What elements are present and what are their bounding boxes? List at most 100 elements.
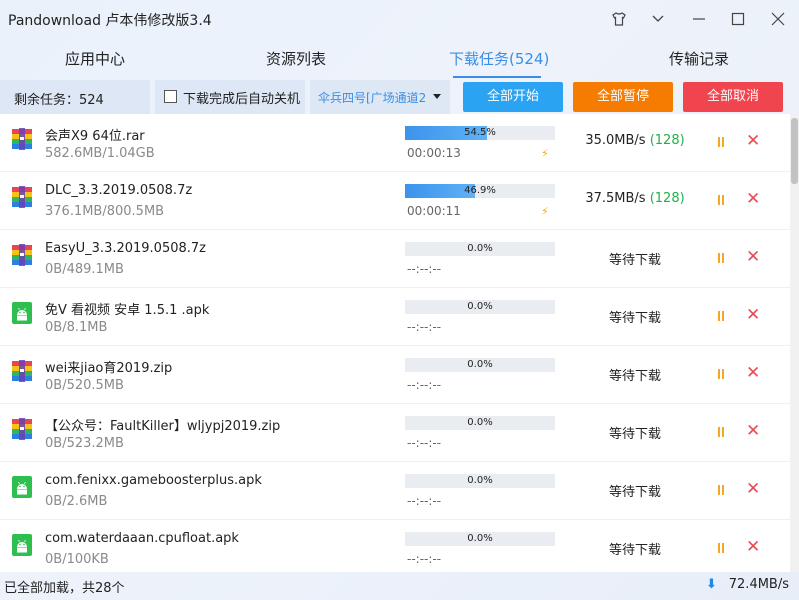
file-size: 0B/8.1MB xyxy=(45,320,108,335)
load-status: 已全部加载，共28个 xyxy=(4,581,125,596)
cancel-icon[interactable]: ✕ xyxy=(746,537,760,557)
chevron-down-icon[interactable] xyxy=(433,94,441,99)
task-row[interactable]: com.fenixx.gameboosterplus.apk 0B/2.6MB 0.… xyxy=(0,462,790,520)
cancel-icon[interactable]: ✕ xyxy=(746,479,760,499)
pause-icon[interactable] xyxy=(716,541,726,555)
remaining-tasks: 剩余任务：524 xyxy=(0,80,150,114)
title-bar: Pandownload 卢本伟修改版3.4 xyxy=(0,0,799,38)
archive-icon xyxy=(12,418,32,440)
file-size: 0B/2.6MB xyxy=(45,494,108,509)
download-arrow-icon: ⬇ xyxy=(706,577,717,592)
tab-app-center[interactable]: 应用中心 xyxy=(65,48,125,69)
archive-icon xyxy=(12,186,32,208)
progress-percent: 0.0% xyxy=(467,475,493,486)
speed-value: 35.0MB/s xyxy=(585,133,646,148)
pause-icon[interactable] xyxy=(716,309,726,323)
file-size: 0B/489.1MB xyxy=(45,262,124,277)
connection-count: (128) xyxy=(649,191,685,206)
file-name: DLC_3.3.2019.0508.7z xyxy=(45,183,193,198)
auto-shutdown-option[interactable]: 下载完成后自动关机 xyxy=(155,80,305,114)
time-remaining: --:--:-- xyxy=(407,494,442,508)
cancel-all-button[interactable]: 全部取消 xyxy=(683,82,783,112)
scrollbar[interactable] xyxy=(790,114,799,572)
minimize-icon[interactable] xyxy=(688,8,710,30)
task-row[interactable]: EasyU_3.3.2019.0508.7z 0B/489.1MB 0.0% --:-… xyxy=(0,230,790,288)
task-status: 等待下载 xyxy=(608,427,661,442)
progress-bar: 0.0% xyxy=(405,242,555,256)
pause-icon[interactable] xyxy=(716,135,726,149)
file-name: 【公众号：FaultKiller】wljypj2019.zip xyxy=(45,419,281,434)
tab-resource-list[interactable]: 资源列表 xyxy=(266,48,326,69)
progress-bar: 0.0% xyxy=(405,532,555,546)
total-speed: 72.4MB/s xyxy=(728,577,789,592)
task-row[interactable]: DLC_3.3.2019.0508.7z 376.1MB/800.5MB 46.9%… xyxy=(0,172,790,230)
android-icon xyxy=(12,476,32,498)
pause-icon[interactable] xyxy=(716,251,726,265)
file-name: wei来jiao育2019.zip xyxy=(45,361,173,376)
task-row[interactable]: wei来jiao育2019.zip 0B/520.5MB 0.0% --:--:-- 等… xyxy=(0,346,790,404)
file-name: 会声X9 64位.rar xyxy=(45,129,145,144)
window-title: Pandownload 卢本伟修改版3.4 xyxy=(8,13,212,29)
cancel-icon[interactable]: ✕ xyxy=(746,305,760,325)
progress-bar: 54.5% xyxy=(405,126,555,140)
download-speed: 等待下载 xyxy=(560,481,710,500)
active-tab-indicator xyxy=(453,76,541,78)
pause-icon[interactable] xyxy=(716,483,726,497)
pause-icon[interactable] xyxy=(716,367,726,381)
time-remaining: --:--:-- xyxy=(407,262,442,276)
pause-all-button[interactable]: 全部暂停 xyxy=(573,82,673,112)
channel-select[interactable]: 伞兵四号[广场通道2 xyxy=(310,80,450,114)
android-icon xyxy=(12,302,32,324)
task-row[interactable]: com.waterdaaan.cpufloat.apk 0B/100KB 0.0% -… xyxy=(0,520,790,572)
progress-percent: 0.0% xyxy=(467,243,493,254)
cancel-icon[interactable]: ✕ xyxy=(746,189,760,209)
file-size: 582.6MB/1.04GB xyxy=(45,146,155,161)
download-speed: 35.0MB/s (128) xyxy=(560,133,710,148)
download-speed: 等待下载 xyxy=(560,307,710,326)
file-size: 0B/523.2MB xyxy=(45,436,124,451)
auto-shutdown-label: 下载完成后自动关机 xyxy=(183,92,301,107)
download-task-list: 会声X9 64位.rar 582.6MB/1.04GB 54.5% 00:00:13 ⚡… xyxy=(0,114,790,572)
toolbar: 剩余任务：524 下载完成后自动关机 伞兵四号[广场通道2 全部开始 全部暂停 … xyxy=(0,80,799,114)
dropdown-icon[interactable] xyxy=(647,8,669,30)
pause-icon[interactable] xyxy=(716,425,726,439)
maximize-icon[interactable] xyxy=(727,8,749,30)
start-all-button[interactable]: 全部开始 xyxy=(463,82,563,112)
skin-icon[interactable] xyxy=(608,8,630,30)
cancel-icon[interactable]: ✕ xyxy=(746,131,760,151)
download-speed: 37.5MB/s (128) xyxy=(560,191,710,206)
pause-icon[interactable] xyxy=(716,193,726,207)
main-tabs: 应用中心 资源列表 下载任务(524) 传输记录 xyxy=(0,40,799,80)
time-remaining: 00:00:13 xyxy=(407,146,461,160)
task-status: 等待下载 xyxy=(608,369,661,384)
task-status: 等待下载 xyxy=(608,485,661,500)
archive-icon xyxy=(12,128,32,150)
auto-shutdown-checkbox[interactable] xyxy=(164,90,177,103)
file-size: 0B/520.5MB xyxy=(45,378,124,393)
tab-download-tasks[interactable]: 下载任务(524) xyxy=(449,48,549,69)
connection-count: (128) xyxy=(649,133,685,148)
task-row[interactable]: 【公众号：FaultKiller】wljypj2019.zip 0B/523.2M… xyxy=(0,404,790,462)
speed-value: 37.5MB/s xyxy=(585,191,646,206)
time-remaining: --:--:-- xyxy=(407,378,442,392)
status-bar: 已全部加载，共28个 ⬇ 72.4MB/s xyxy=(0,572,799,600)
progress-percent: 46.9% xyxy=(464,185,496,196)
file-name: EasyU_3.3.2019.0508.7z xyxy=(45,241,206,256)
close-icon[interactable] xyxy=(767,8,789,30)
task-row[interactable]: 免V 看视频 安卓 1.5.1 .apk 0B/8.1MB 0.0% --:--:--… xyxy=(0,288,790,346)
task-status: 等待下载 xyxy=(608,253,661,268)
download-speed: 等待下载 xyxy=(560,539,710,558)
cancel-icon[interactable]: ✕ xyxy=(746,247,760,267)
file-name: com.waterdaaan.cpufloat.apk xyxy=(45,531,239,546)
scrollbar-thumb[interactable] xyxy=(791,118,798,184)
tab-transfer-records[interactable]: 传输记录 xyxy=(669,48,729,69)
android-icon xyxy=(12,534,32,556)
archive-icon xyxy=(12,360,32,382)
task-row[interactable]: 会声X9 64位.rar 582.6MB/1.04GB 54.5% 00:00:13 ⚡… xyxy=(0,114,790,172)
progress-percent: 54.5% xyxy=(464,127,496,138)
task-status: 等待下载 xyxy=(608,311,661,326)
progress-bar: 46.9% xyxy=(405,184,555,198)
cancel-icon[interactable]: ✕ xyxy=(746,363,760,383)
task-status: 等待下载 xyxy=(608,543,661,558)
cancel-icon[interactable]: ✕ xyxy=(746,421,760,441)
